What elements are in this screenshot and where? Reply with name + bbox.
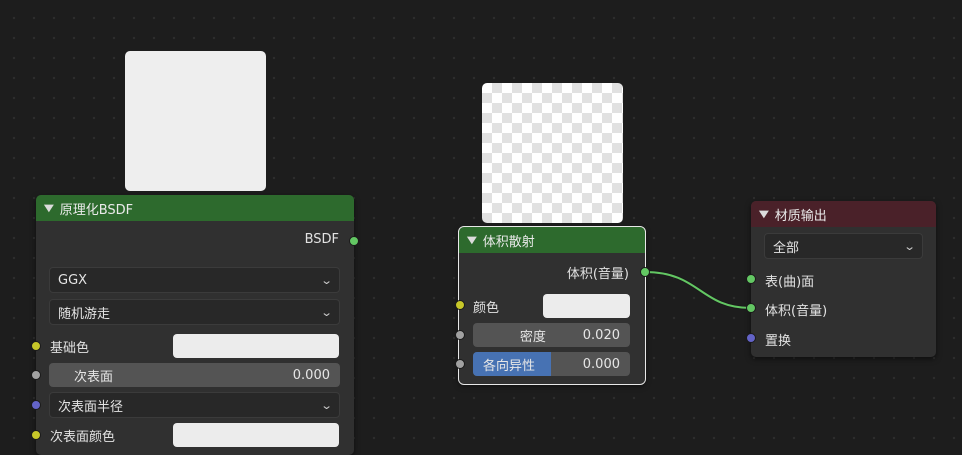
volume-preview <box>482 83 623 223</box>
subsurface-color-socket[interactable] <box>31 430 41 440</box>
anisotropy-slider[interactable]: 各向异性 0.000 <box>473 352 630 376</box>
base-color-swatch[interactable] <box>173 334 339 358</box>
material-output-node[interactable]: ▼ 材质输出 全部 ⌄ 表(曲)面 体积(音量) 置换 <box>751 201 936 357</box>
chevron-down-icon: ⌄ <box>320 273 333 287</box>
surface-input-socket[interactable] <box>746 274 756 284</box>
chevron-down-icon: ⌄ <box>320 398 333 412</box>
principled-preview <box>125 51 266 191</box>
volume-output-label: 体积(音量) <box>566 267 629 282</box>
anisotropy-label: 各向异性 <box>483 358 536 374</box>
subsurface-method-dropdown[interactable]: 随机游走 ⌄ <box>49 299 340 325</box>
principled-node-header[interactable]: ▼ 原理化BSDF <box>36 195 354 221</box>
subsurface-radius-socket[interactable] <box>31 400 41 410</box>
principled-bsdf-node[interactable]: ▼ 原理化BSDF BSDF GGX ⌄ 随机游走 ⌄ 基础色 次表面 0.00… <box>36 195 354 455</box>
chevron-down-icon[interactable]: ▼ <box>759 209 769 220</box>
subsurface-field[interactable]: 次表面 0.000 <box>49 363 340 387</box>
volume-node-title: 体积散射 <box>482 234 535 250</box>
bsdf-output-socket[interactable] <box>349 236 359 246</box>
anisotropy-socket[interactable] <box>455 359 465 369</box>
base-color-label: 基础色 <box>50 341 90 356</box>
target-value: 全部 <box>773 240 800 256</box>
volume-input-label: 体积(音量) <box>765 304 828 319</box>
displacement-input-label: 置换 <box>765 334 792 349</box>
bsdf-output-label: BSDF <box>304 232 339 247</box>
chevron-down-icon[interactable]: ▼ <box>44 203 54 214</box>
distribution-dropdown[interactable]: GGX ⌄ <box>49 267 340 293</box>
subsurface-color-label: 次表面颜色 <box>50 430 116 445</box>
volume-color-socket[interactable] <box>455 300 465 310</box>
link-volume-to-output-line <box>644 271 752 309</box>
subsurface-value: 0.000 <box>292 367 330 383</box>
subsurface-color-swatch[interactable] <box>173 423 339 447</box>
chevron-down-icon[interactable]: ▼ <box>467 235 477 246</box>
volume-node-header[interactable]: ▼ 体积散射 <box>459 227 645 253</box>
volume-color-swatch[interactable] <box>543 294 630 318</box>
base-color-socket[interactable] <box>31 341 41 351</box>
subsurface-radius-label: 次表面半径 <box>58 399 124 415</box>
volume-input-socket[interactable] <box>746 303 756 313</box>
distribution-value: GGX <box>58 272 88 288</box>
target-dropdown[interactable]: 全部 ⌄ <box>764 233 923 259</box>
density-value: 0.020 <box>582 327 620 343</box>
output-node-header[interactable]: ▼ 材质输出 <box>751 201 936 227</box>
displacement-input-socket[interactable] <box>746 333 756 343</box>
subsurface-label: 次表面 <box>74 369 114 385</box>
link-volume-to-output <box>644 270 752 310</box>
principled-node-title: 原理化BSDF <box>59 202 134 218</box>
density-socket[interactable] <box>455 330 465 340</box>
volume-scatter-node[interactable]: ▼ 体积散射 体积(音量) 颜色 密度 0.020 各向异性 0.000 <box>458 226 646 385</box>
density-field[interactable]: 密度 0.020 <box>473 323 630 347</box>
density-label: 密度 <box>519 329 546 345</box>
subsurface-socket[interactable] <box>31 370 41 380</box>
subsurface-radius-dropdown[interactable]: 次表面半径 ⌄ <box>49 392 340 418</box>
anisotropy-value: 0.000 <box>582 356 620 372</box>
subsurface-method-value: 随机游走 <box>58 306 111 322</box>
color-label: 颜色 <box>473 301 500 316</box>
chevron-down-icon: ⌄ <box>320 305 333 319</box>
surface-input-label: 表(曲)面 <box>765 275 815 290</box>
chevron-down-icon: ⌄ <box>903 239 916 253</box>
volume-output-socket[interactable] <box>640 267 650 277</box>
output-node-title: 材质输出 <box>774 208 827 224</box>
